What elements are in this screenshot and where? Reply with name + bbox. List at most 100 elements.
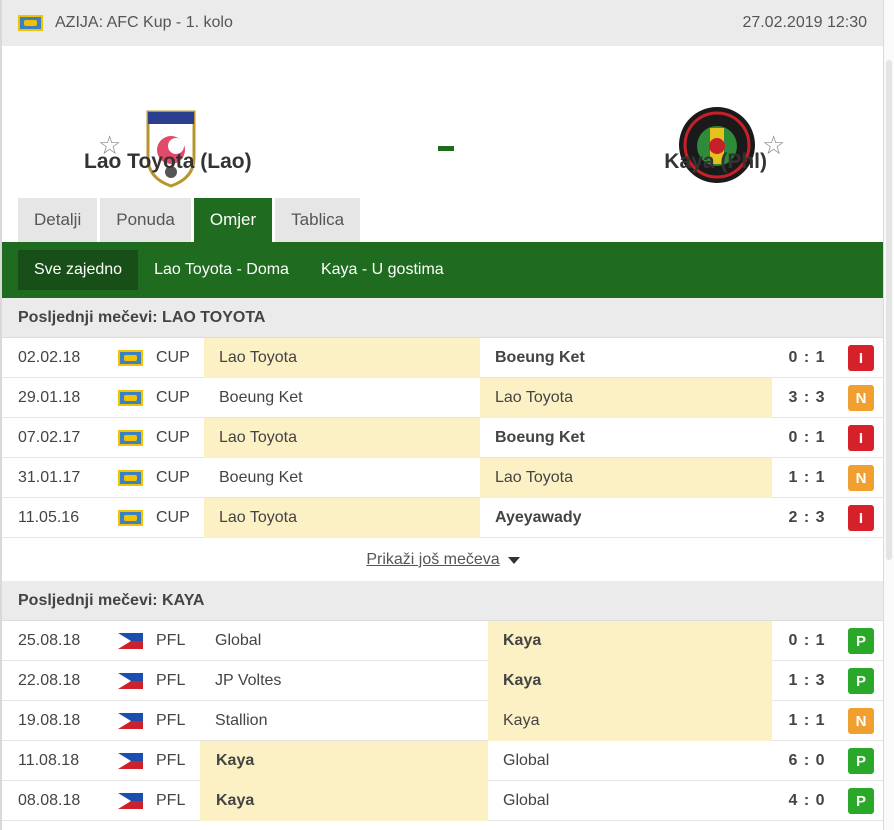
competition: PFL: [156, 712, 186, 729]
score: 0 : 1: [788, 429, 826, 446]
philippines-flag-icon: [118, 661, 143, 701]
table-row[interactable]: 22.08.18 PFL JP Voltes Kaya 1 : 3 P: [2, 661, 883, 701]
result-badge: N: [848, 465, 874, 491]
table-row[interactable]: 07.02.17 CUP Lao Toyota Boeung Ket 0 : 1…: [2, 418, 883, 458]
subtab-all[interactable]: Sve zajedno: [18, 250, 139, 290]
table-row[interactable]: 08.08.18 PFL Kaya Global 4 : 0 P: [2, 781, 883, 821]
score: 3 : 3: [788, 389, 826, 406]
match-date: 11.05.16: [18, 509, 80, 526]
away-team: Kaya: [488, 701, 772, 741]
result-cell: I: [848, 418, 874, 458]
scrollbar-thumb[interactable]: [886, 60, 892, 560]
result-cell: N: [848, 378, 874, 418]
match-date: 29.01.18: [18, 389, 81, 406]
caret-down-icon: [507, 556, 520, 564]
away-team: Ayeyawady: [495, 509, 582, 526]
home-team: Lao Toyota: [204, 418, 480, 458]
match-page: AZIJA: AFC Kup - 1. kolo 27.02.2019 12:3…: [0, 0, 884, 830]
score: 2 : 3: [788, 509, 826, 526]
result-badge: N: [848, 708, 874, 734]
result-badge: I: [848, 505, 874, 531]
lao-toyota-logo-icon: [146, 110, 196, 188]
philippines-flag-icon: [118, 781, 143, 821]
result-cell: P: [848, 741, 874, 781]
home-team-name[interactable]: Lao Toyota (Lao): [84, 150, 252, 174]
away-team: Boeung Ket: [495, 429, 585, 446]
table-row[interactable]: 29.01.18 CUP Boeung Ket Lao Toyota 3 : 3…: [2, 378, 883, 418]
score: 0 : 1: [788, 349, 826, 366]
away-team: Global: [503, 792, 550, 809]
scrollbar[interactable]: [884, 0, 894, 830]
show-more-link[interactable]: Prikaži još mečeva: [366, 551, 499, 569]
tab-omjer[interactable]: Omjer: [193, 198, 273, 242]
result-badge: N: [848, 385, 874, 411]
subtab-away[interactable]: Kaya - U gostima: [305, 250, 460, 290]
asia-flag-icon: [118, 378, 143, 418]
away-team: Global: [503, 752, 550, 769]
competition: CUP: [156, 349, 190, 366]
home-team: JP Voltes: [215, 672, 282, 689]
match-tabs: Detalji Ponuda Omjer Tablica: [18, 198, 361, 242]
table-row[interactable]: 31.01.17 CUP Boeung Ket Lao Toyota 1 : 1…: [2, 458, 883, 498]
league-title: AZIJA: AFC Kup - 1. kolo: [55, 14, 233, 31]
match-date: 19.08.18: [18, 712, 81, 729]
subtab-home[interactable]: Lao Toyota - Doma: [138, 250, 305, 290]
competition: PFL: [156, 672, 186, 689]
home-team: Boeung Ket: [219, 389, 303, 406]
table-row[interactable]: 02.02.18 CUP Lao Toyota Boeung Ket 0 : 1…: [2, 338, 883, 378]
league-info: AZIJA: AFC Kup - 1. kolo: [18, 14, 233, 32]
competition: PFL: [156, 792, 186, 809]
match-date: 31.01.17: [18, 469, 81, 486]
result-cell: P: [848, 621, 874, 661]
away-team-name[interactable]: Kaya (Phl): [664, 150, 767, 174]
match-date: 11.08.18: [18, 752, 80, 769]
score: 1 : 1: [788, 712, 826, 729]
philippines-flag-icon: [118, 701, 143, 741]
score: 4 : 0: [788, 792, 826, 809]
table-row[interactable]: 11.08.18 PFL Kaya Global 6 : 0 P: [2, 741, 883, 781]
home-team: Kaya: [200, 741, 488, 781]
philippines-flag-icon: [118, 741, 143, 781]
competition: PFL: [156, 632, 186, 649]
section-title-lao: Posljednji mečevi: LAO TOYOTA: [2, 298, 883, 338]
result-badge: I: [848, 425, 874, 451]
score: 6 : 0: [788, 752, 826, 769]
away-team: Lao Toyota: [480, 378, 772, 418]
table-row[interactable]: 11.05.16 CUP Lao Toyota Ayeyawady 2 : 3 …: [2, 498, 883, 538]
result-badge: P: [848, 668, 874, 694]
home-team: Global: [215, 632, 262, 649]
away-team: Lao Toyota: [480, 458, 772, 498]
result-cell: I: [848, 338, 874, 378]
asia-flag-icon: [18, 15, 43, 31]
table-row[interactable]: 25.08.18 PFL Global Kaya 0 : 1 P: [2, 621, 883, 661]
result-badge: P: [848, 628, 874, 654]
match-date: 25.08.18: [18, 632, 81, 649]
asia-flag-icon: [118, 338, 143, 378]
match-date: 22.08.18: [18, 672, 81, 689]
header-bar: AZIJA: AFC Kup - 1. kolo 27.02.2019 12:3…: [2, 0, 883, 46]
result-badge: P: [848, 788, 874, 814]
table-row[interactable]: 19.08.18 PFL Stallion Kaya 1 : 1 N: [2, 701, 883, 741]
away-team: Kaya: [488, 661, 772, 701]
tab-ponuda[interactable]: Ponuda: [100, 198, 191, 242]
tab-tablica[interactable]: Tablica: [275, 198, 361, 242]
result-cell: P: [848, 661, 874, 701]
section-title-kaya: Posljednji mečevi: KAYA: [2, 581, 883, 621]
philippines-flag-icon: [118, 621, 143, 661]
result-cell: I: [848, 498, 874, 538]
competition: CUP: [156, 469, 190, 486]
home-team: Stallion: [215, 712, 268, 729]
asia-flag-icon: [118, 418, 143, 458]
match-date: 08.08.18: [18, 792, 81, 809]
competition: CUP: [156, 509, 190, 526]
home-team: Boeung Ket: [219, 469, 303, 486]
result-cell: P: [848, 781, 874, 821]
tab-detalji[interactable]: Detalji: [18, 198, 98, 242]
competition: CUP: [156, 429, 190, 446]
away-team: Kaya: [488, 621, 772, 661]
filter-subtabs: Sve zajedno Lao Toyota - Doma Kaya - U g…: [2, 242, 883, 298]
result-badge: I: [848, 345, 874, 371]
show-more[interactable]: Prikaži još mečeva: [2, 540, 883, 580]
match-date: 07.02.17: [18, 429, 81, 446]
competition: PFL: [156, 752, 186, 769]
